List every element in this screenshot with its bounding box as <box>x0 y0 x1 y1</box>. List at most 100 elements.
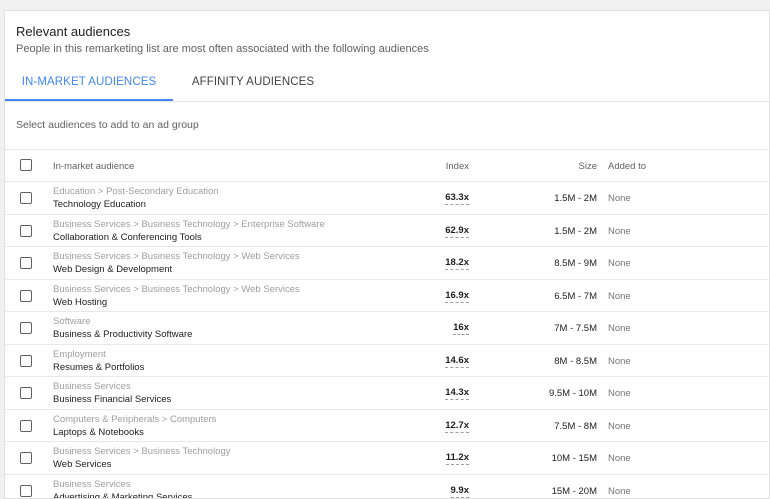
size-value: 7.5M - 8M <box>554 420 597 432</box>
audience-cell: Business Services Advertising & Marketing… <box>53 479 192 499</box>
audience-cell: Business Services Business Financial Serv… <box>53 381 171 406</box>
table-row: Education > Post-Secondary Education Tech… <box>5 181 769 214</box>
table-row: Employment Resumes & Portfolios 14.6x 8M - … <box>5 343 769 377</box>
index-value[interactable]: 62.9x <box>445 224 469 238</box>
row-checkbox[interactable] <box>20 484 32 497</box>
audience-cell: Software Business & Productivity Software <box>53 316 192 341</box>
index-cell: 16x <box>453 322 469 335</box>
table-row: Business Services > Business Technology … <box>5 278 769 312</box>
audience-name: Collaboration & Conferencing Tools <box>53 231 202 243</box>
added-to-value: None <box>608 485 631 497</box>
table-row: Business Services > Business Technology W… <box>5 441 769 474</box>
audience-name: Web Design & Development <box>53 264 173 275</box>
table-row: Business Services Business Financial Serv… <box>5 376 769 409</box>
index-value[interactable]: 14.3x <box>445 387 469 400</box>
index-value[interactable]: 12.7x <box>445 419 469 433</box>
header-size[interactable]: Size <box>579 161 597 172</box>
audience-cell: Education > Post-Secondary Education Tech… <box>53 186 219 211</box>
size-value: 7M - 7.5M <box>554 323 597 334</box>
audience-cell: Computers & Peripherals > Computers Lapto… <box>53 414 216 439</box>
table-row: Computers & Peripherals > Computers Lapto… <box>5 408 769 442</box>
header-added-to: Added to <box>608 161 647 172</box>
audience-name: Resumes & Portfolios <box>53 361 145 373</box>
added-to-value: None <box>608 258 631 269</box>
size-value: 1.5M - 2M <box>554 225 597 237</box>
header-index[interactable]: Index <box>446 161 469 172</box>
audience-category: Education > Post-Secondary Education <box>53 186 219 197</box>
index-cell: 11.2x <box>445 452 469 465</box>
row-checkbox[interactable] <box>20 354 32 367</box>
audience-cell: Business Services > Business Technology W… <box>53 446 231 471</box>
index-cell: 16.9x <box>445 289 469 303</box>
added-to-value: None <box>608 355 631 367</box>
audience-category: Employment <box>53 348 106 360</box>
audience-category: Business Services <box>53 478 131 490</box>
row-checkbox[interactable] <box>20 224 32 237</box>
audience-category: Business Services > Business Technology <box>53 446 231 457</box>
select-all-checkbox[interactable] <box>20 159 32 171</box>
panel-subtitle: People in this remarketing list are most… <box>16 43 429 55</box>
panel-header: Relevant audiences People in this remark… <box>5 11 769 55</box>
index-value[interactable]: 14.6x <box>445 354 469 368</box>
tab-in-market-audiences[interactable]: IN-MARKET AUDIENCES <box>5 71 173 101</box>
row-checkbox[interactable] <box>20 387 32 399</box>
audience-category: Computers & Peripherals > Computers <box>53 413 217 425</box>
index-value[interactable]: 16.9x <box>445 289 469 303</box>
row-checkbox[interactable] <box>20 419 32 432</box>
index-cell: 63.3x <box>445 192 469 205</box>
index-value[interactable]: 9.9x <box>450 484 469 498</box>
header-audience: In-market audience <box>53 161 135 172</box>
index-value[interactable]: 63.3x <box>445 192 469 205</box>
index-cell: 14.6x <box>445 354 469 368</box>
panel-title: Relevant audiences <box>16 24 131 39</box>
added-to-value: None <box>608 388 631 399</box>
index-cell: 18.2x <box>445 257 469 270</box>
audience-category: Business Services <box>53 381 131 392</box>
tab-affinity-audiences[interactable]: AFFINITY AUDIENCES <box>173 71 333 99</box>
table-header-row: In-market audience Index Size Added to <box>5 149 769 181</box>
row-checkbox[interactable] <box>20 322 32 334</box>
audience-name: Advertising & Marketing Services <box>53 491 193 499</box>
table-row: Software Business & Productivity Software… <box>5 311 769 344</box>
row-checkbox[interactable] <box>20 289 32 302</box>
index-value[interactable]: 18.2x <box>445 257 469 270</box>
table-row: Business Services > Business Technology … <box>5 213 769 247</box>
added-to-value: None <box>608 193 631 204</box>
added-to-value: None <box>608 453 631 464</box>
index-value[interactable]: 11.2x <box>445 452 469 465</box>
index-cell: 62.9x <box>445 224 469 238</box>
audience-name: Business Financial Services <box>53 394 172 405</box>
index-value[interactable]: 16x <box>453 322 469 335</box>
audience-table: In-market audience Index Size Added to E… <box>5 149 769 499</box>
table-body: Education > Post-Secondary Education Tech… <box>5 181 769 499</box>
audience-cell: Employment Resumes & Portfolios <box>53 349 144 374</box>
audience-category: Business Services > Business Technology … <box>53 218 325 230</box>
audience-name: Web Hosting <box>53 296 108 308</box>
audience-name: Laptops & Notebooks <box>53 426 144 438</box>
row-checkbox[interactable] <box>20 192 32 204</box>
audience-name: Technology Education <box>53 199 146 210</box>
index-cell: 14.3x <box>445 387 469 400</box>
audience-cell: Business Services > Business Technology … <box>53 251 300 276</box>
size-value: 8.5M - 9M <box>554 258 597 269</box>
table-row: Business Services > Business Technology … <box>5 246 769 279</box>
added-to-value: None <box>608 323 631 334</box>
audience-cell: Business Services > Business Technology … <box>53 284 300 309</box>
row-checkbox[interactable] <box>20 452 32 464</box>
audience-name: Web Services <box>53 459 112 470</box>
audience-category: Business Services > Business Technology … <box>53 283 300 295</box>
relevant-audiences-panel: Relevant audiences People in this remark… <box>4 10 770 499</box>
size-value: 8M - 8.5M <box>554 355 597 367</box>
added-to-value: None <box>608 420 631 432</box>
size-value: 1.5M - 2M <box>554 193 597 204</box>
size-value: 6.5M - 7M <box>554 290 597 302</box>
audience-category: Business Services > Business Technology … <box>53 251 300 262</box>
index-cell: 9.9x <box>450 484 469 498</box>
added-to-value: None <box>608 290 631 302</box>
audience-cell: Business Services > Business Technology … <box>53 219 325 244</box>
size-value: 10M - 15M <box>551 453 597 464</box>
row-checkbox[interactable] <box>20 257 32 269</box>
index-cell: 12.7x <box>445 419 469 433</box>
audience-category: Software <box>53 316 91 327</box>
audience-name: Business & Productivity Software <box>53 329 193 340</box>
